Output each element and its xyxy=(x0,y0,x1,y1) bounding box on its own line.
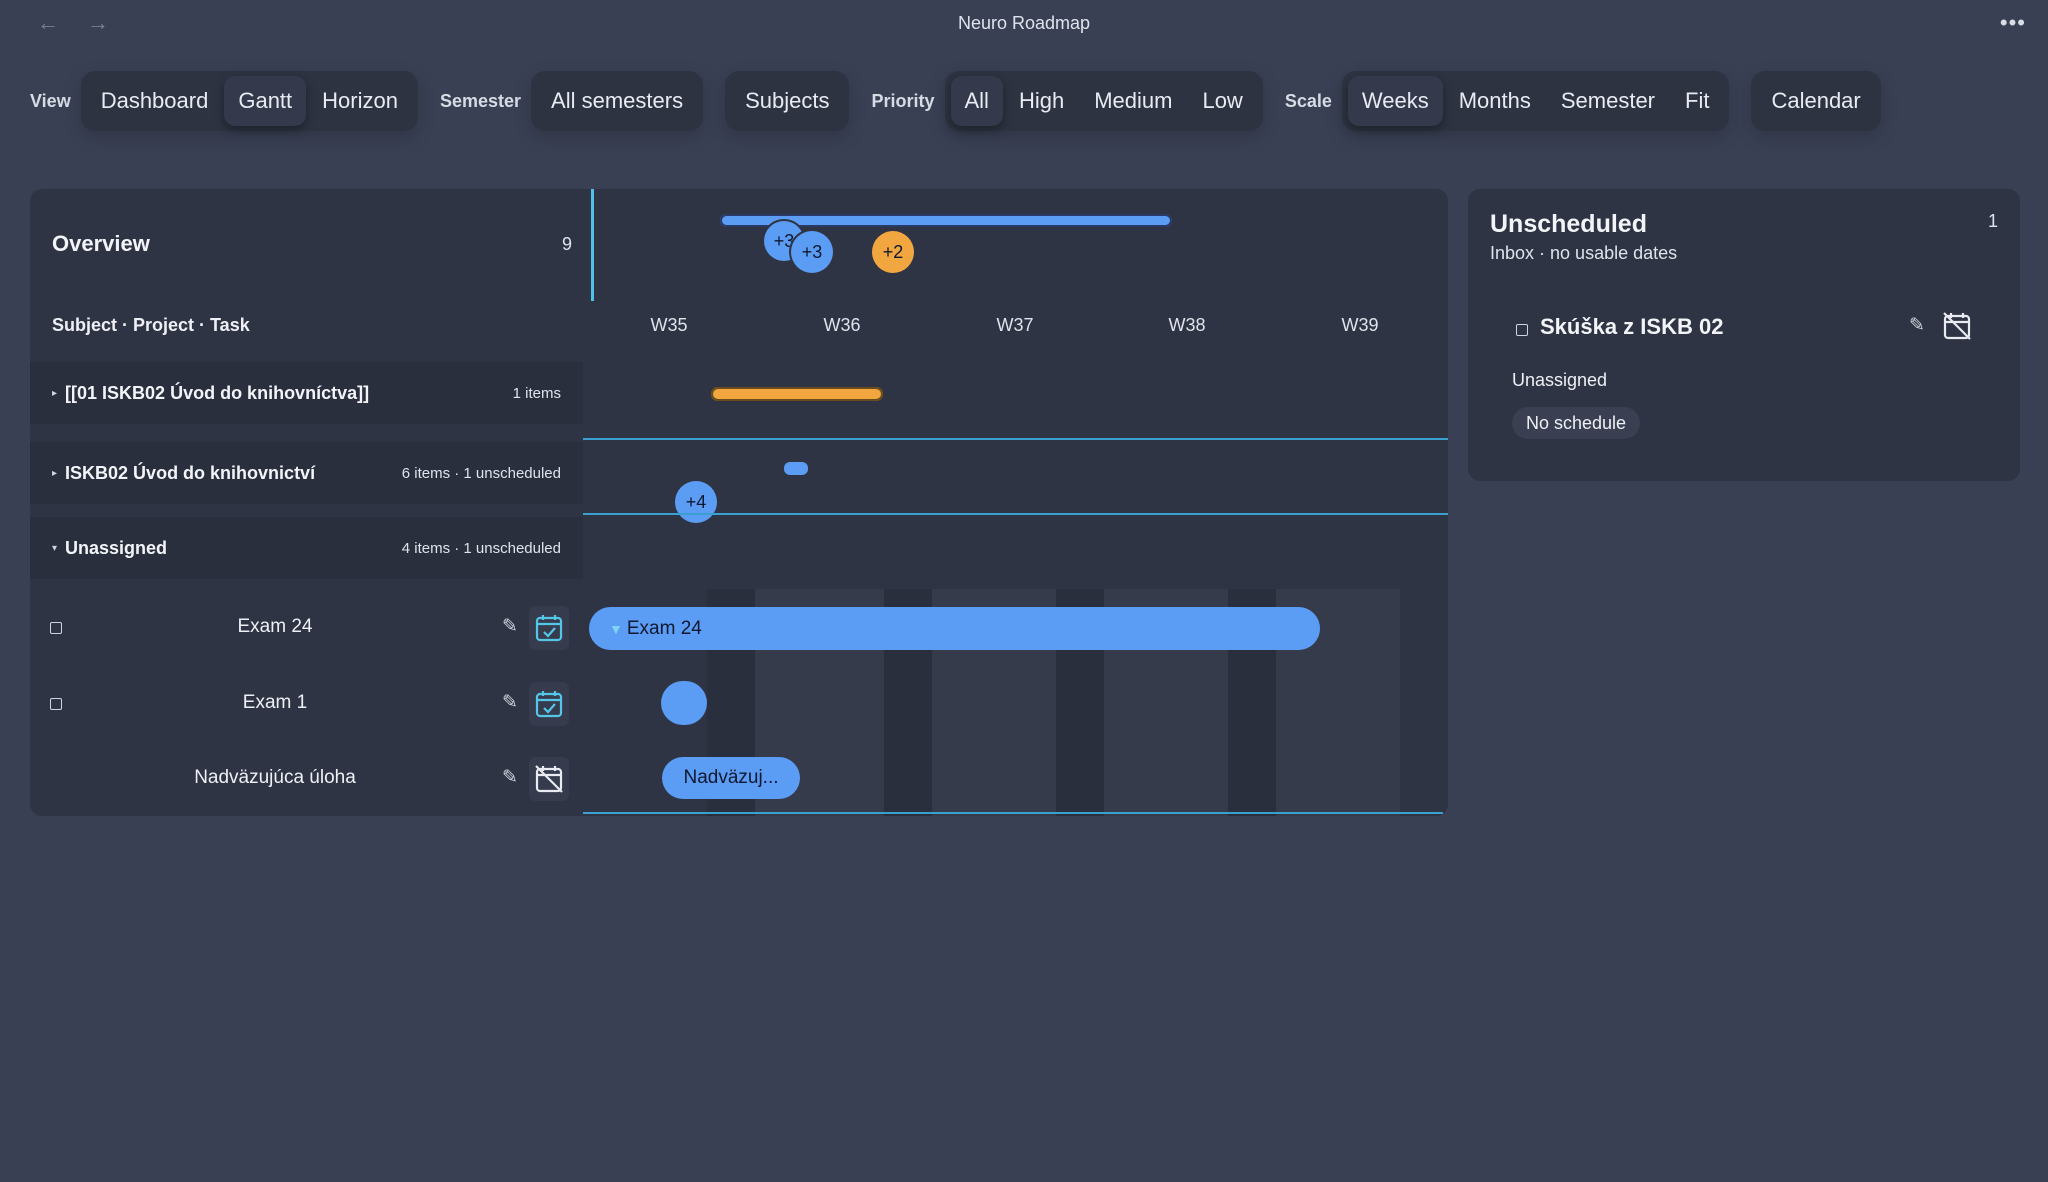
priority-switcher: All High Medium Low xyxy=(944,71,1263,131)
group-1-bar[interactable] xyxy=(711,387,883,401)
gantt-panel: Overview 9 +3 +3 +2 Subject · Project · … xyxy=(30,189,1448,816)
group-row[interactable]: ▾ Unassigned 4 items · 1 unscheduled xyxy=(30,517,583,579)
subjects-button[interactable]: Subjects xyxy=(731,76,843,126)
unscheduled-title: Unscheduled xyxy=(1490,210,1647,238)
task-name: Nadväzujúca úloha xyxy=(194,767,356,788)
column-header: Subject · Project · Task W35 W36 W37 W38… xyxy=(30,307,1448,347)
week-label: W37 xyxy=(996,315,1034,335)
row-divider xyxy=(583,438,1448,440)
group-meta: 6 items · 1 unscheduled xyxy=(401,464,561,482)
priority-medium-button[interactable]: Medium xyxy=(1080,76,1186,126)
today-marker xyxy=(591,189,594,301)
task-row[interactable]: Nadväzujúca úloha ✎ xyxy=(30,749,583,809)
group-name: Unassigned xyxy=(65,537,168,558)
unscheduled-subtitle: Inbox · no usable dates xyxy=(1490,243,1678,263)
semester-label: Semester xyxy=(439,90,522,111)
edit-pencil-icon[interactable]: ✎ xyxy=(502,615,518,638)
task-row[interactable]: Exam 1 ✎ xyxy=(30,674,583,734)
view-gantt-button[interactable]: Gantt xyxy=(224,76,307,126)
row-divider xyxy=(583,513,1448,515)
week-label: W36 xyxy=(823,315,861,335)
overview-badge-2[interactable]: +3 xyxy=(791,231,833,273)
unscheduled-item-name[interactable]: Skúška z ISKB 02 xyxy=(1540,314,1723,340)
expand-triangle-icon[interactable]: ▸ xyxy=(52,468,57,479)
group-row[interactable]: ▸ ISKB02 Úvod do knihovnictví 6 items · … xyxy=(30,442,583,504)
priority-label: Priority xyxy=(871,90,935,111)
priority-all-button[interactable]: All xyxy=(950,76,1003,126)
bar-marker-icon: ▼ xyxy=(609,620,623,637)
view-dashboard-button[interactable]: Dashboard xyxy=(87,76,223,126)
window-title: Neuro Roadmap xyxy=(957,12,1091,33)
task-exam-1-milestone[interactable] xyxy=(661,681,707,725)
semester-select-button[interactable]: All semesters xyxy=(537,76,697,126)
expand-triangle-icon[interactable]: ▸ xyxy=(52,388,57,399)
group-2-bar[interactable] xyxy=(784,462,808,475)
calendar-off-icon[interactable] xyxy=(1942,311,1972,346)
semester-select: All semesters xyxy=(531,71,704,131)
calendar-button[interactable]: Calendar xyxy=(1757,76,1874,126)
schedule-status-badge[interactable]: No schedule xyxy=(1512,407,1641,439)
calendar-check-icon[interactable] xyxy=(529,682,569,726)
unscheduled-assignee: Unassigned xyxy=(1512,370,1608,390)
view-horizon-button[interactable]: Horizon xyxy=(308,76,412,126)
calendar-off-icon[interactable] xyxy=(529,757,569,801)
group-2-badge[interactable]: +4 xyxy=(675,481,717,523)
unscheduled-panel: Unscheduled Inbox · no usable dates 1 Sk… xyxy=(1468,189,2020,481)
week-label: W35 xyxy=(650,315,688,335)
unscheduled-count: 1 xyxy=(1987,211,1998,231)
view-label: View xyxy=(30,90,71,111)
subjects-group: Subjects xyxy=(725,71,850,131)
unscheduled-item-checkbox[interactable] xyxy=(1516,324,1528,336)
edit-pencil-icon[interactable]: ✎ xyxy=(502,766,518,789)
group-name: [[01 ISKB02 Úvod do knihovníctva]] xyxy=(65,382,370,403)
more-options-icon[interactable]: ••• xyxy=(2000,10,2026,36)
scale-fit-button[interactable]: Fit xyxy=(1671,76,1723,126)
scale-weeks-button[interactable]: Weeks xyxy=(1347,76,1443,126)
priority-high-button[interactable]: High xyxy=(1005,76,1078,126)
row-divider xyxy=(583,812,1443,814)
back-arrow-icon[interactable]: ← xyxy=(34,9,62,37)
collapse-triangle-icon[interactable]: ▾ xyxy=(52,543,57,554)
week-label: W39 xyxy=(1341,315,1379,335)
task-row[interactable]: Exam 24 ✎ xyxy=(30,598,583,658)
task-nadvazujuca-bar[interactable]: Nadväzuj... xyxy=(662,757,800,799)
priority-low-button[interactable]: Low xyxy=(1188,76,1256,126)
group-meta: 4 items · 1 unscheduled xyxy=(401,539,561,557)
title-bar: ← → Neuro Roadmap ••• xyxy=(0,0,2048,46)
overview-row: Overview 9 xyxy=(30,189,592,299)
toolbar: View Dashboard Gantt Horizon Semester Al… xyxy=(30,71,1903,131)
week-label: W38 xyxy=(1168,315,1206,335)
calendar-check-icon[interactable] xyxy=(529,606,569,650)
overview-title: Overview xyxy=(52,231,150,256)
column-label: Subject · Project · Task xyxy=(52,315,250,335)
edit-pencil-icon[interactable]: ✎ xyxy=(502,691,518,714)
edit-pencil-icon[interactable]: ✎ xyxy=(1909,314,1925,337)
overview-count: 9 xyxy=(561,233,572,254)
bar-label: Exam 24 xyxy=(626,617,702,639)
bar-label: Nadväzuj... xyxy=(683,767,779,788)
scale-months-button[interactable]: Months xyxy=(1445,76,1545,126)
group-row[interactable]: ▸ [[01 ISKB02 Úvod do knihovníctva]] 1 i… xyxy=(30,362,583,424)
overview-badge-3[interactable]: +2 xyxy=(872,231,914,273)
scale-label: Scale xyxy=(1284,90,1332,111)
scale-semester-button[interactable]: Semester xyxy=(1547,76,1669,126)
group-meta: 1 items xyxy=(512,384,561,402)
task-name: Exam 1 xyxy=(242,692,308,713)
scale-switcher: Weeks Months Semester Fit xyxy=(1341,71,1730,131)
forward-arrow-icon[interactable]: → xyxy=(84,9,112,37)
task-checkbox[interactable] xyxy=(50,622,62,634)
view-switcher: Dashboard Gantt Horizon xyxy=(80,71,418,131)
calendar-group: Calendar xyxy=(1751,71,1881,131)
task-name: Exam 24 xyxy=(237,616,313,637)
task-exam-24-bar[interactable]: ▼ Exam 24 xyxy=(589,607,1320,650)
task-checkbox[interactable] xyxy=(50,698,62,710)
group-name: ISKB02 Úvod do knihovnictví xyxy=(65,462,316,483)
